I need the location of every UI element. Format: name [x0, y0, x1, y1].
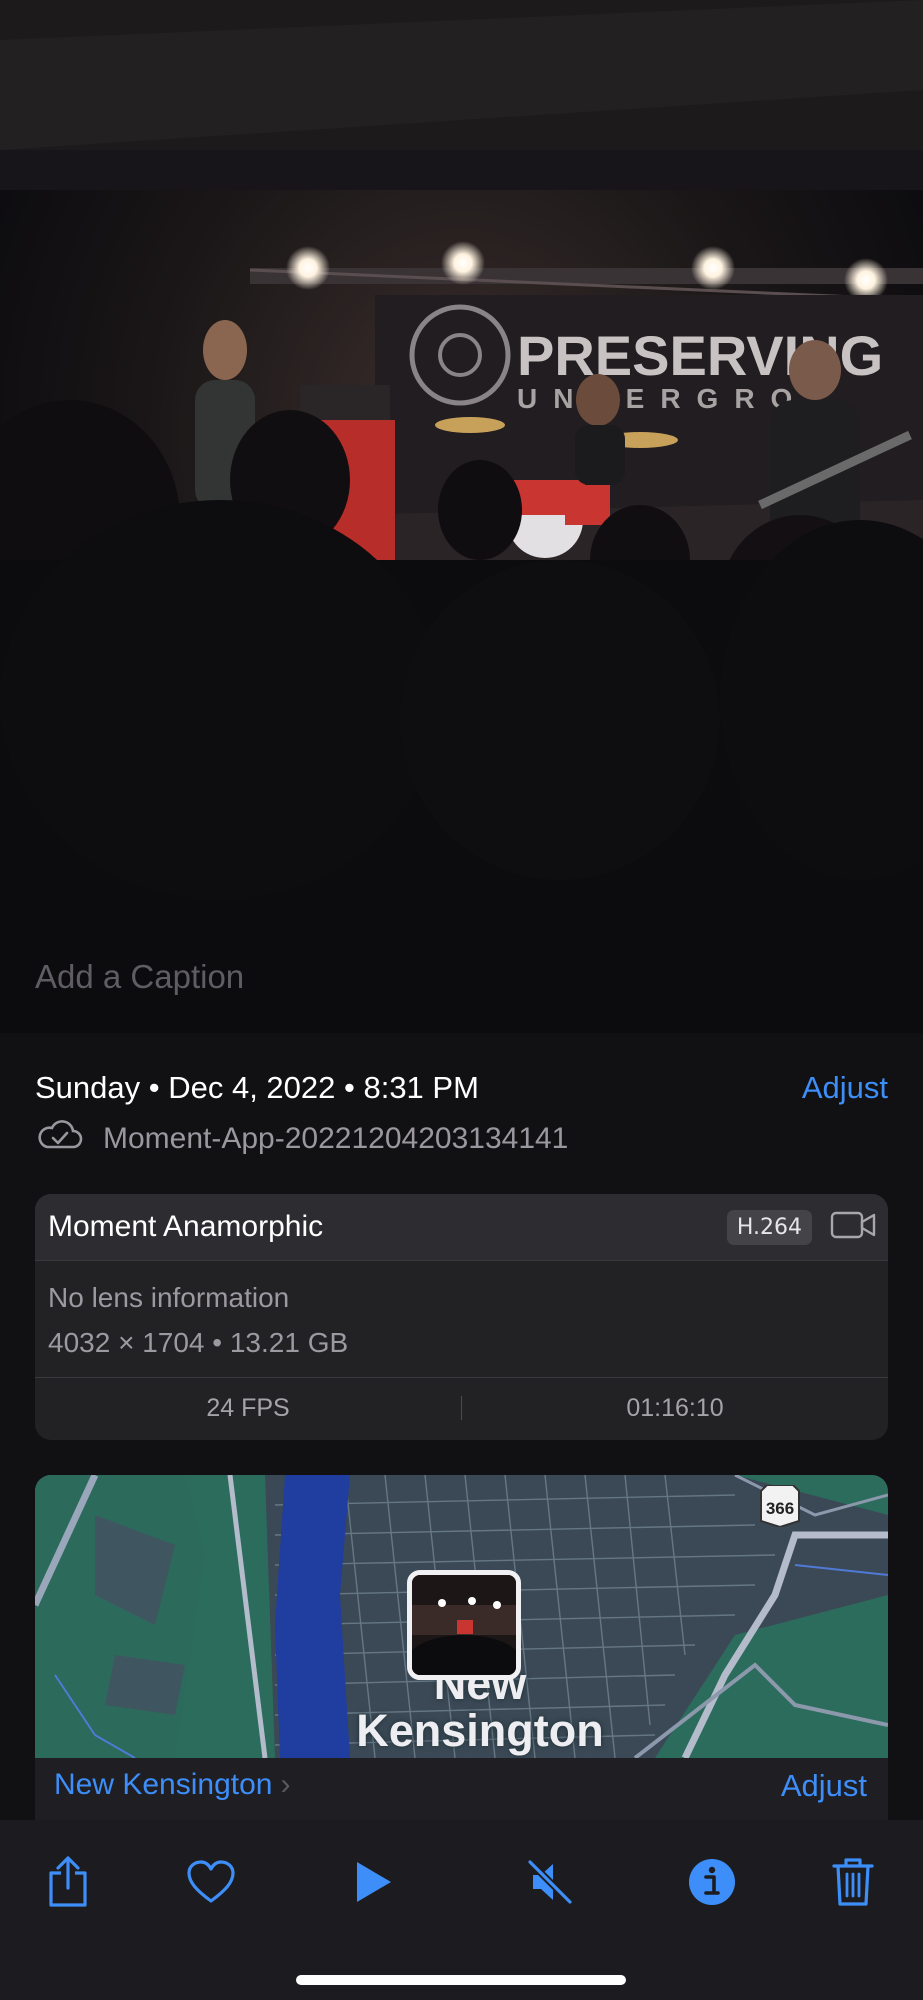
- filename: Moment-App-20221204203134141: [103, 1122, 569, 1155]
- capture-date: Sunday • Dec 4, 2022 • 8:31 PM: [35, 1070, 479, 1105]
- city-line-2: Kensington: [356, 1705, 604, 1756]
- codec-badge: H.264: [726, 1209, 812, 1245]
- play-icon[interactable]: [338, 1850, 408, 1914]
- caption-placeholder[interactable]: Add a Caption: [35, 958, 244, 996]
- location-name[interactable]: New Kensington: [54, 1768, 272, 1801]
- lens-name: Moment Anamorphic: [48, 1210, 324, 1243]
- card-header: Moment Anamorphic H.264: [35, 1194, 888, 1261]
- adjust-location-button[interactable]: Adjust: [781, 1768, 867, 1804]
- highway-shield: 366: [757, 1484, 803, 1532]
- icloud-icon: [35, 1119, 83, 1159]
- photo-view[interactable]: PRESERVING UNDERGRO Add a Caption: [0, 0, 923, 1033]
- banner-text-2: UNDERGRO: [517, 383, 808, 414]
- card-body: No lens information 4032 × 1704 • 13.21 …: [35, 1261, 888, 1378]
- dimensions-size: 4032 × 1704 • 13.21 GB: [48, 1327, 349, 1358]
- video-camera-icon: [830, 1210, 876, 1245]
- bottom-toolbar: [0, 1820, 923, 2000]
- duration-value: 01:16:10: [626, 1393, 724, 1422]
- map-footer: New Kensington › Adjust: [35, 1758, 888, 1820]
- mute-icon[interactable]: [515, 1850, 585, 1914]
- heart-icon[interactable]: [176, 1850, 246, 1914]
- info-icon[interactable]: [677, 1850, 747, 1914]
- chevron-right-icon: ›: [280, 1768, 291, 1801]
- home-indicator: [296, 1975, 626, 1985]
- location-link[interactable]: New Kensington ›: [54, 1768, 290, 1802]
- filename-row: Moment-App-20221204203134141: [35, 1119, 568, 1159]
- card-footer: 24 FPS 01:16:10: [35, 1378, 888, 1438]
- concert-photo: PRESERVING UNDERGRO: [0, 0, 923, 1033]
- map-card[interactable]: 366 New Kensington New Kensington › Adjus…: [35, 1475, 888, 1820]
- camera-info-card: Moment Anamorphic H.264 No lens informat…: [35, 1194, 888, 1440]
- adjust-date-button[interactable]: Adjust: [802, 1070, 888, 1106]
- trash-icon[interactable]: [818, 1850, 888, 1914]
- share-icon[interactable]: [33, 1850, 103, 1914]
- map-photo-pin[interactable]: [407, 1570, 521, 1680]
- fps-value: 24 FPS: [206, 1393, 290, 1422]
- highway-number: 366: [766, 1499, 794, 1518]
- lens-info: No lens information: [48, 1282, 290, 1313]
